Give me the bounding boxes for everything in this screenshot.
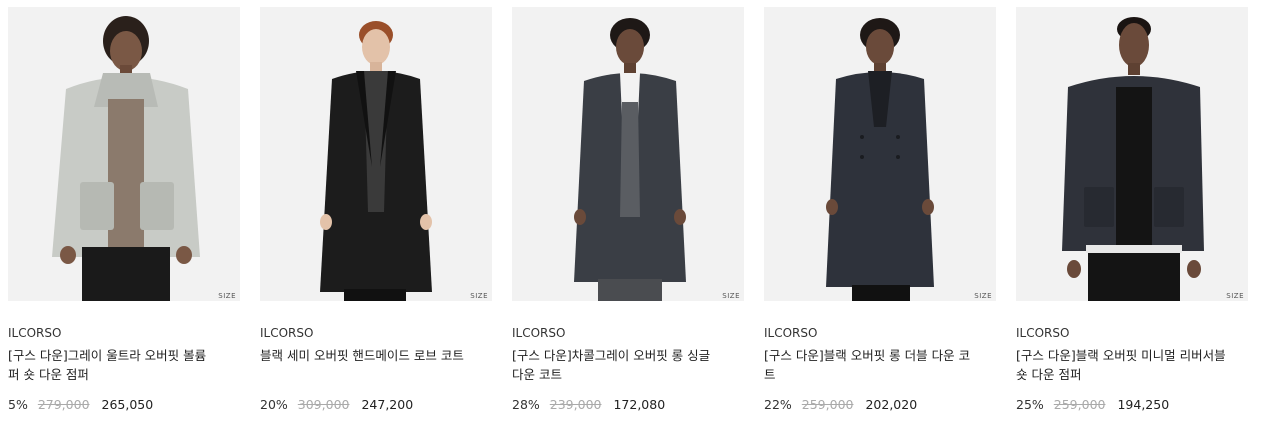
product-card[interactable]: SIZE ILCORSO 블랙 세미 오버핏 핸드메이드 로브 코트 20% 3… [260,7,492,414]
product-image[interactable]: SIZE [260,7,492,301]
product-name[interactable]: [구스 다운]차콜그레이 오버핏 롱 싱글 다운 코트 [512,346,722,384]
sale-price: 247,200 [361,397,414,412]
size-tag: SIZE [722,292,740,300]
product-image[interactable]: SIZE [512,7,744,301]
product-brand[interactable]: ILCORSO [260,325,492,341]
size-tag: SIZE [218,292,236,300]
product-name[interactable]: 블랙 세미 오버핏 핸드메이드 로브 코트 [260,346,470,384]
product-card[interactable]: SIZE ILCORSO [구스 다운]블랙 오버핏 미니멀 리버서블 숏 다운… [1016,7,1248,414]
original-price: 259,000 [801,397,854,412]
size-tag: SIZE [1226,292,1244,300]
price-row: 28% 239,000 172,080 [512,396,744,414]
price-row: 22% 259,000 202,020 [764,396,996,414]
discount-rate: 20% [260,397,288,412]
model-photo-illustration [574,18,686,301]
original-price: 279,000 [37,397,90,412]
model-photo-illustration [52,16,200,301]
discount-rate: 28% [512,397,540,412]
sale-price: 265,050 [101,397,154,412]
discount-rate: 22% [764,397,792,412]
sale-price: 194,250 [1117,397,1170,412]
size-tag: SIZE [974,292,992,300]
product-brand[interactable]: ILCORSO [512,325,744,341]
product-grid: SIZE ILCORSO [구스 다운]그레이 울트라 오버핏 볼륨 퍼 숏 다… [0,0,1265,436]
product-brand[interactable]: ILCORSO [8,325,240,341]
product-brand[interactable]: ILCORSO [764,325,996,341]
product-image[interactable]: SIZE [764,7,996,301]
sale-price: 172,080 [613,397,666,412]
original-price: 309,000 [297,397,350,412]
product-name[interactable]: [구스 다운]블랙 오버핏 롱 더블 다운 코트 [764,346,974,384]
product-brand[interactable]: ILCORSO [1016,325,1248,341]
discount-rate: 25% [1016,397,1044,412]
price-row: 25% 259,000 194,250 [1016,396,1248,414]
original-price: 239,000 [549,397,602,412]
sale-price: 202,020 [865,397,918,412]
product-name[interactable]: [구스 다운]블랙 오버핏 미니멀 리버서블 숏 다운 점퍼 [1016,346,1226,384]
original-price: 259,000 [1053,397,1106,412]
product-card[interactable]: SIZE ILCORSO [구스 다운]차콜그레이 오버핏 롱 싱글 다운 코트… [512,7,744,414]
product-card[interactable]: SIZE ILCORSO [구스 다운]그레이 울트라 오버핏 볼륨 퍼 숏 다… [8,7,240,414]
product-card[interactable]: SIZE ILCORSO [구스 다운]블랙 오버핏 롱 더블 다운 코트 22… [764,7,996,414]
size-tag: SIZE [470,292,488,300]
product-image[interactable]: SIZE [1016,7,1248,301]
price-row: 20% 309,000 247,200 [260,396,492,414]
price-row: 5% 279,000 265,050 [8,396,240,414]
model-photo-illustration [826,18,934,301]
discount-rate: 5% [8,397,28,412]
model-photo-illustration [1062,17,1204,301]
product-image[interactable]: SIZE [8,7,240,301]
model-photo-illustration [320,21,432,301]
product-name[interactable]: [구스 다운]그레이 울트라 오버핏 볼륨 퍼 숏 다운 점퍼 [8,346,218,384]
